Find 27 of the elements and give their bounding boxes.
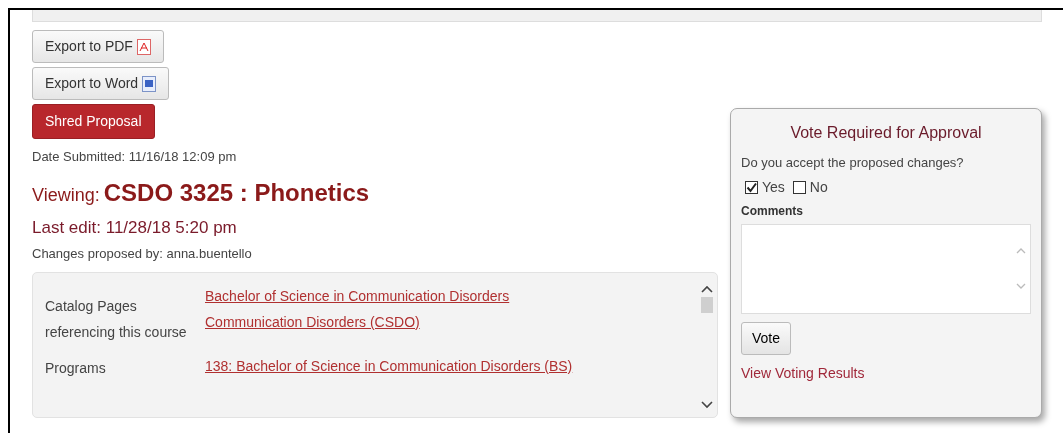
checkbox[interactable] bbox=[792, 180, 806, 194]
voting-results-link[interactable]: View Voting Results bbox=[741, 362, 865, 384]
proposed-by-text: Changes proposed by: anna.buentello bbox=[32, 245, 252, 263]
detail-label: Programs bbox=[45, 358, 107, 378]
detail-link[interactable]: 138: Bachelor of Science in Communication Disorders (BS) bbox=[205, 352, 573, 379]
detail-link[interactable]: Bachelor of Science in Communication Disorders bbox=[205, 282, 510, 309]
export-button[interactable]: Export to PDF bbox=[32, 30, 164, 63]
checkbox-label: Yes bbox=[762, 177, 785, 197]
viewing-label: Viewing: bbox=[32, 183, 100, 207]
scroll-up-icon[interactable] bbox=[701, 284, 713, 293]
checkbox[interactable] bbox=[745, 180, 758, 194]
checkbox-label: No bbox=[809, 177, 828, 197]
pdf-icon bbox=[136, 38, 151, 55]
vote-question: Do you accept the proposed changes? bbox=[741, 154, 965, 172]
document-icon bbox=[142, 75, 157, 92]
comments-label: Comments bbox=[741, 202, 804, 220]
detail-label: Catalog Pages referencing this course bbox=[45, 296, 188, 342]
course-title: CSDO 3325 : Phonetics bbox=[103, 177, 370, 208]
scrollbar-thumb[interactable] bbox=[701, 296, 713, 313]
detail-link[interactable]: Communication Disorders (CSDO) bbox=[205, 308, 420, 335]
date-submitted-text: Date Submitted: 11/16/18 12:09 pm bbox=[32, 148, 237, 166]
shred-proposal-button[interactable]: Shred Proposal bbox=[32, 104, 155, 139]
vote-button[interactable]: Vote bbox=[741, 321, 792, 355]
export-button[interactable]: Export to Word bbox=[32, 67, 170, 100]
last-edit-text: Last edit: 11/28/18 5:20 pm bbox=[32, 216, 237, 239]
scroll-down-icon[interactable] bbox=[701, 400, 713, 409]
vote-panel-title: Vote Required for Approval bbox=[789, 123, 983, 143]
